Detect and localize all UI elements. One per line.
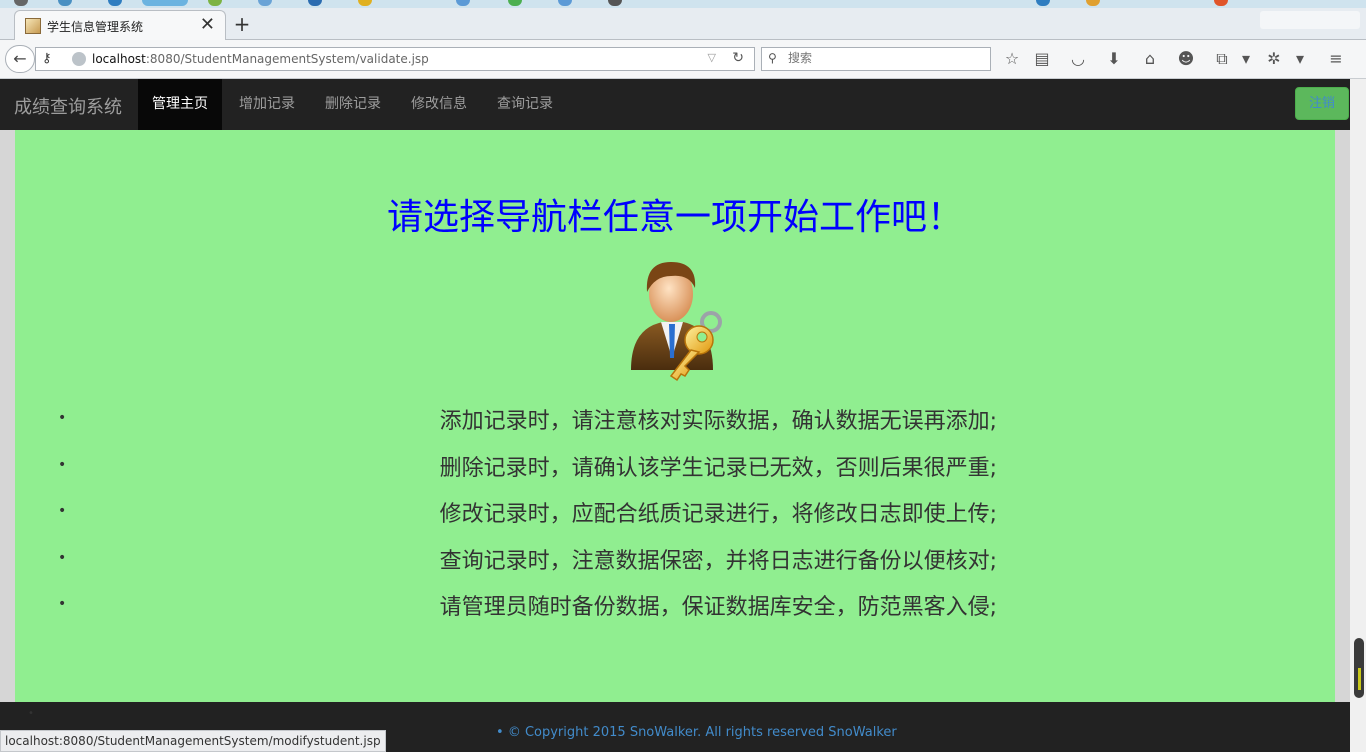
link-status-bar: localhost:8080/StudentManagementSystem/m… <box>0 730 386 752</box>
nav-item-modify[interactable]: 修改信息 <box>397 79 481 130</box>
extension-icon[interactable]: ✲ <box>1264 49 1284 68</box>
back-arrow-icon: ← <box>13 49 27 68</box>
list-item-text: 请管理员随时备份数据，保证数据库安全，防范黑客入侵; <box>439 595 997 620</box>
nav-item-query[interactable]: 查询记录 <box>483 79 567 130</box>
reading-list-icon[interactable]: ▤ <box>1032 49 1052 68</box>
reload-icon[interactable]: ↻ <box>732 50 744 66</box>
page-favicon-icon <box>25 18 41 34</box>
list-item-text: 删除记录时，请确认该学生记录已无效，否则后果很严重; <box>439 455 997 481</box>
back-button[interactable]: ← <box>5 45 35 73</box>
page-scrollbar-thumb[interactable] <box>1354 638 1364 698</box>
footer-bullet: • <box>496 725 504 740</box>
site-identity-key-icon[interactable]: ⚷ <box>42 51 52 66</box>
menu-icon[interactable]: ≡ <box>1326 49 1346 68</box>
window-controls-area <box>1260 11 1360 29</box>
dropdown-icon[interactable]: ▾ <box>1236 49 1256 68</box>
home-icon[interactable]: ⌂ <box>1140 49 1160 68</box>
search-icon: ⚲ <box>768 51 777 65</box>
list-item-text: 修改记录时，应配合纸质记录进行，将修改日志即使上传; <box>439 502 997 527</box>
page-gutter-right <box>1335 130 1350 702</box>
page-heading: 请选择导航栏任意一项开始工作吧！ <box>386 197 963 238</box>
nav-item-delete[interactable]: 删除记录 <box>311 79 395 130</box>
chat-icon[interactable]: ☻ <box>1176 49 1196 68</box>
logout-button[interactable]: 注销 <box>1295 87 1349 120</box>
main-content: 请选择导航栏任意一项开始工作吧！ • 添加记录时，请注意核对实际数据，确认数据无误… <box>15 130 1335 702</box>
tab-close-icon[interactable]: ✕ <box>200 14 215 35</box>
admin-user-key-icon <box>631 262 722 382</box>
tab-title: 学生信息管理系统 <box>47 20 144 34</box>
new-tab-button[interactable]: + <box>232 12 252 36</box>
downloads-icon[interactable]: ⬇ <box>1104 49 1124 68</box>
footer-bullet: • <box>28 708 34 719</box>
search-input[interactable] <box>786 50 986 66</box>
browser-toolbar: ← ⚷ localhost:8080/StudentManagementSyst… <box>0 40 1366 79</box>
url-text: localhost:8080/StudentManagementSystem/v… <box>92 52 429 66</box>
extension-dropdown-icon[interactable]: ▾ <box>1290 49 1310 68</box>
screenshot-icon[interactable]: ⧉ <box>1212 49 1232 69</box>
list-item-text: 添加记录时，请注意核对实际数据，确认数据无误再添加; <box>439 409 997 434</box>
site-brand[interactable]: 成绩查询系统 <box>14 93 122 119</box>
list-bullet: • <box>58 410 67 426</box>
globe-icon <box>72 52 86 66</box>
browser-tab-bar: 学生信息管理系统 ✕ + <box>0 8 1366 41</box>
list-bullet: • <box>58 549 67 566</box>
list-item: • 添加记录时，请注意核对实际数据，确认数据无误再添加; <box>15 400 1335 447</box>
list-item-text: 查询记录时，注意数据保密，并将日志进行备份以便核对; <box>439 548 997 574</box>
page-gutter-left <box>0 130 15 702</box>
list-bullet: • <box>58 503 67 519</box>
os-taskbar-strip <box>0 0 1366 8</box>
bookmark-star-icon[interactable]: ☆ <box>1002 49 1022 68</box>
nav-item-home[interactable]: 管理主页 <box>138 79 222 130</box>
copyright-text: • © Copyright 2015 SnoWalker. All rights… <box>496 725 897 740</box>
browser-tab[interactable]: 学生信息管理系统 ✕ <box>14 10 226 41</box>
url-history-dropdown-icon[interactable]: ▽ <box>708 51 716 64</box>
tips-list: • 添加记录时，请注意核对实际数据，确认数据无误再添加; • 删除记录时，请确认该学… <box>15 400 1335 633</box>
list-item: • 请管理员随时备份数据，保证数据库安全，防范黑客入侵; <box>15 586 1335 633</box>
list-bullet: • <box>58 596 67 612</box>
search-box[interactable]: ⚲ <box>761 47 991 71</box>
author-link[interactable]: SnoWalker <box>828 725 896 740</box>
list-item: • 查询记录时，注意数据保密，并将日志进行备份以便核对; <box>15 540 1335 587</box>
list-item: • 删除记录时，请确认该学生记录已无效，否则后果很严重; <box>15 447 1335 494</box>
nav-item-add[interactable]: 增加记录 <box>225 79 309 130</box>
list-item: • 修改记录时，应配合纸质记录进行，将修改日志即使上传; <box>15 493 1335 540</box>
list-bullet: • <box>58 456 67 473</box>
pocket-icon[interactable]: ◡ <box>1068 49 1088 68</box>
site-navbar: 成绩查询系统 管理主页 增加记录 删除记录 修改信息 查询记录 注销 <box>0 79 1350 130</box>
address-bar[interactable]: ⚷ localhost:8080/StudentManagementSystem… <box>35 47 755 71</box>
